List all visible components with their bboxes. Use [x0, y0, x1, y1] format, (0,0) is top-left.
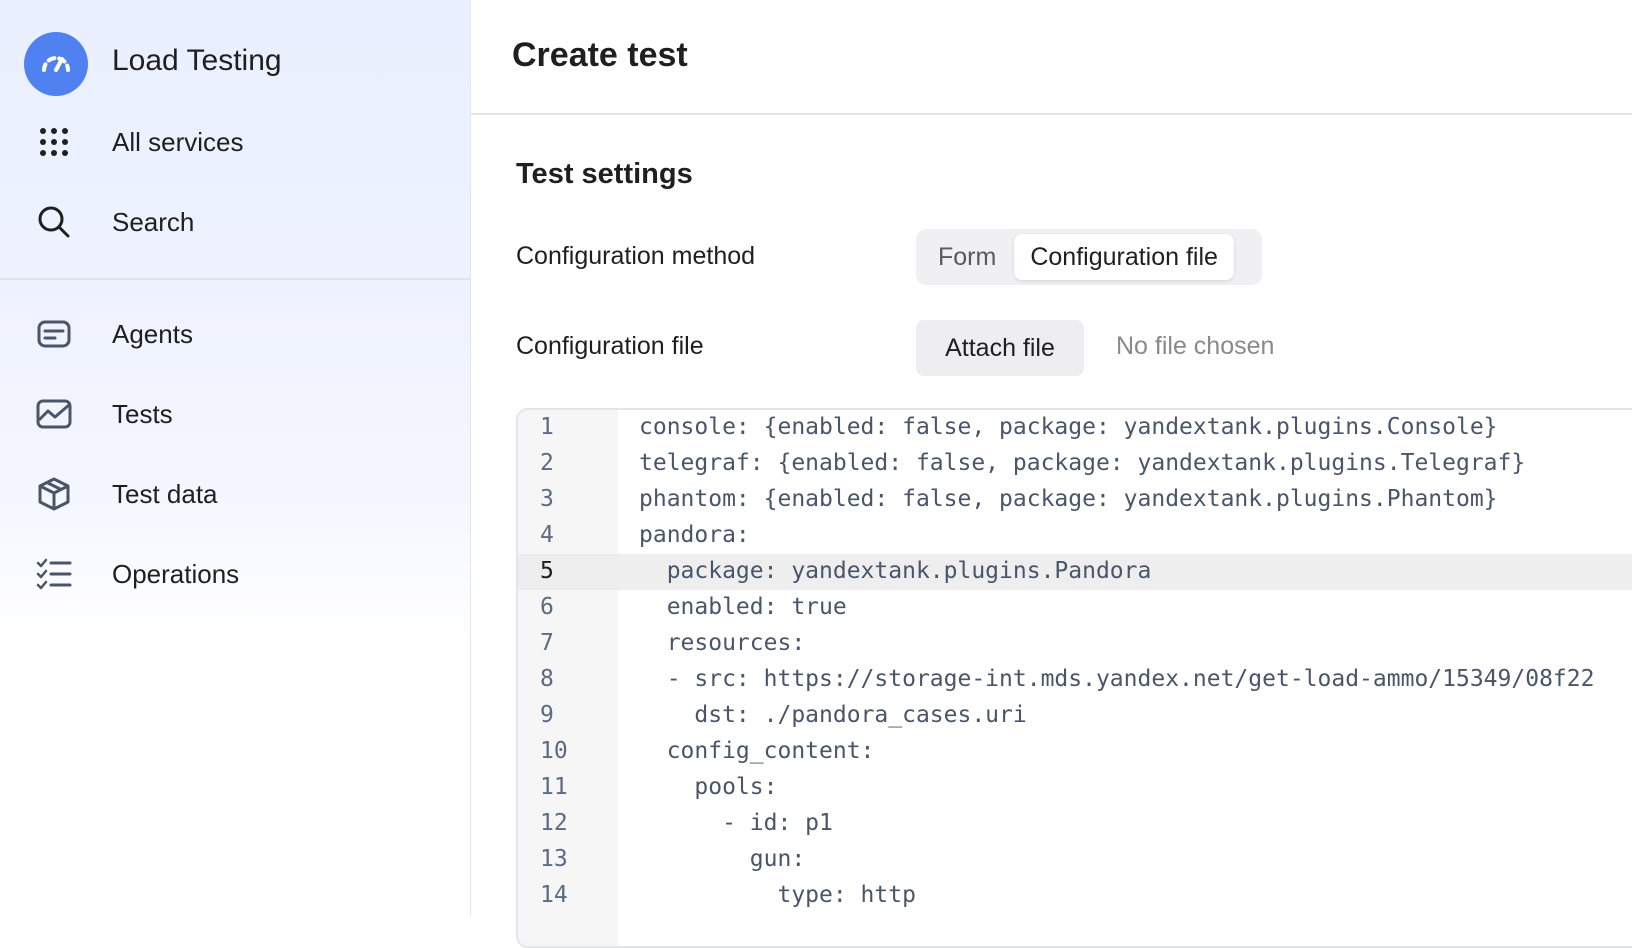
code-text[interactable]: package: yandextank.plugins.Pandora — [639, 558, 1152, 584]
code-line[interactable]: 2 telegraf: {enabled: false, package: yan… — [518, 446, 1632, 482]
sidebar-item-label: Tests — [112, 398, 173, 429]
code-text[interactable]: type: http — [639, 882, 915, 908]
sidebar-item-label: Agents — [112, 318, 193, 349]
package-box-icon — [34, 474, 74, 514]
sidebar-item-test-data[interactable]: Test data — [0, 462, 470, 526]
line-number: 2 — [540, 450, 554, 476]
code-line[interactable]: 12 - id: p1 — [518, 806, 1632, 842]
code-line[interactable]: 7 resources: — [518, 626, 1632, 662]
sidebar-item-label: Operations — [112, 558, 240, 589]
code-line[interactable]: 14 type: http — [518, 878, 1632, 914]
code-text[interactable]: console: {enabled: false, package: yande… — [639, 414, 1498, 440]
sidebar: Load Testing All services Search Agents … — [0, 0, 471, 916]
config-file-label: Configuration file — [516, 332, 704, 360]
config-method-option-form[interactable]: Form — [920, 234, 1014, 280]
code-line[interactable]: 8 - src: https://storage-int.mds.yandex.… — [518, 662, 1632, 698]
code-line[interactable]: 10 config_content: — [518, 734, 1632, 770]
page-title: Create test — [512, 36, 688, 74]
sidebar-item-label: Search — [112, 206, 195, 237]
line-number: 13 — [540, 846, 568, 872]
line-number: 1 — [540, 414, 554, 440]
sidebar-header: Load Testing All services Search — [0, 0, 470, 280]
line-number: 3 — [540, 486, 554, 512]
code-text[interactable]: - src: https://storage-int.mds.yandex.ne… — [639, 666, 1595, 692]
sidebar-item-search[interactable]: Search — [0, 190, 470, 254]
sidebar-item-label: Test data — [112, 478, 218, 509]
code-line[interactable]: 1 console: {enabled: false, package: yand… — [518, 410, 1632, 446]
chart-area-icon — [34, 394, 74, 434]
code-line[interactable]: 5 package: yandextank.plugins.Pandora — [518, 554, 1632, 590]
main-content: Create test Test settings Configuration … — [471, 0, 1632, 948]
line-number: 11 — [540, 774, 568, 800]
file-status: No file chosen — [1116, 332, 1275, 360]
code-line[interactable]: 4 pandora: — [518, 518, 1632, 554]
sidebar-item-agents[interactable]: Agents — [0, 302, 470, 366]
line-number: 6 — [540, 594, 554, 620]
code-text[interactable]: phantom: {enabled: false, package: yande… — [639, 486, 1498, 512]
sidebar-item-tests[interactable]: Tests — [0, 382, 470, 446]
speedometer-icon[interactable] — [24, 32, 88, 96]
line-number: 8 — [540, 666, 554, 692]
config-method-label: Configuration method — [516, 242, 756, 270]
code-text[interactable]: gun: — [639, 846, 805, 872]
sidebar-item-all-services[interactable]: All services — [0, 110, 470, 174]
code-text[interactable]: pools: — [639, 774, 777, 800]
checklist-icon — [34, 554, 74, 594]
line-number: 7 — [540, 630, 554, 656]
code-text[interactable]: config_content: — [639, 738, 875, 764]
attach-file-button[interactable]: Attach file — [916, 320, 1084, 376]
page-header: Create test — [471, 0, 1632, 115]
code-line[interactable]: 3 phantom: {enabled: false, package: yand… — [518, 482, 1632, 518]
code-text[interactable]: dst: ./pandora_cases.uri — [639, 702, 1026, 728]
line-number: 4 — [540, 522, 554, 548]
code-text[interactable]: resources: — [639, 630, 805, 656]
line-number: 5 — [540, 558, 554, 584]
line-number: 12 — [540, 810, 568, 836]
line-number: 14 — [540, 882, 568, 908]
code-text[interactable]: pandora: — [639, 522, 750, 548]
brand-title[interactable]: Load Testing — [112, 44, 282, 78]
code-line[interactable]: 13 gun: — [518, 842, 1632, 878]
code-text[interactable]: enabled: true — [639, 594, 847, 620]
code-line[interactable]: 6 enabled: true — [518, 590, 1632, 626]
line-number: 10 — [540, 738, 568, 764]
line-number: 9 — [540, 702, 554, 728]
sidebar-item-label: All services — [112, 126, 244, 157]
sidebar-item-operations[interactable]: Operations — [0, 542, 470, 606]
search-icon — [34, 202, 74, 242]
grid-dots-icon — [34, 122, 74, 162]
section-title: Test settings — [516, 158, 693, 190]
config-code-editor[interactable]: 1 console: {enabled: false, package: yand… — [516, 408, 1632, 948]
code-line[interactable]: 9 dst: ./pandora_cases.uri — [518, 698, 1632, 734]
code-text[interactable]: telegraf: {enabled: false, package: yand… — [639, 450, 1525, 476]
code-text[interactable]: - id: p1 — [639, 810, 833, 836]
config-method-switch: Form Configuration file — [916, 229, 1262, 285]
agent-card-icon — [34, 314, 74, 354]
code-line[interactable]: 11 pools: — [518, 770, 1632, 806]
config-method-option-file[interactable]: Configuration file — [1014, 234, 1234, 280]
